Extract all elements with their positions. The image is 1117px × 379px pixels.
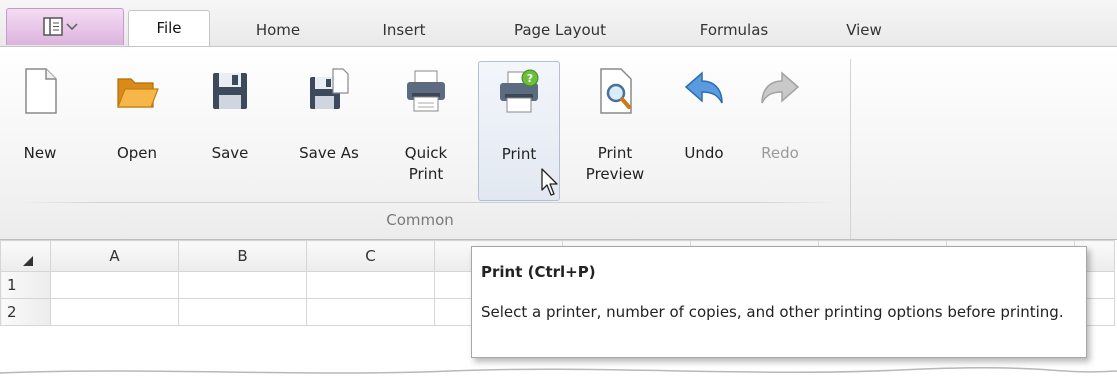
group-divider [18,202,838,203]
tab-insert[interactable]: Insert [364,14,444,46]
group-label-common: Common [386,211,454,229]
cell[interactable] [306,298,435,326]
quick-print-button[interactable]: Quick Print [394,61,458,201]
quick-print-icon [407,70,445,112]
undo-icon [684,71,723,104]
group-separator [850,59,851,239]
print-tooltip: Print (Ctrl+P) Select a printer, number … [471,246,1087,358]
mouse-cursor-icon [541,168,558,196]
application-menu-icon [43,17,78,36]
cell[interactable] [178,271,307,299]
row-header-1[interactable]: 1 [0,271,51,299]
redo-button-label: Redo [761,144,799,162]
print-preview-button[interactable]: Print Preview [574,61,656,201]
torn-edge [0,367,1117,379]
tab-formulas[interactable]: Formulas [684,14,784,46]
save-icon [213,73,247,109]
select-all-corner[interactable] [0,240,51,272]
open-folder-icon [117,78,159,108]
row-header-2[interactable]: 2 [0,298,51,326]
application-menu-button[interactable] [6,8,124,45]
cell[interactable] [50,271,179,299]
tab-file[interactable]: File [128,10,210,47]
svg-text:?: ? [527,72,533,85]
redo-button[interactable]: Redo [752,61,808,201]
quick-print-button-label: Quick Print [404,144,448,183]
cell[interactable] [306,271,435,299]
open-button[interactable]: Open [102,61,172,201]
print-icon: ? [500,69,539,113]
select-all-icon [23,256,33,266]
save-as-button-label: Save As [299,144,359,162]
tooltip-title: Print (Ctrl+P) [481,263,596,281]
redo-icon [761,71,800,104]
column-header-a[interactable]: A [50,240,179,272]
column-header-b[interactable]: B [178,240,307,272]
tab-page-layout[interactable]: Page Layout [494,14,626,46]
undo-button[interactable]: Undo [676,61,732,201]
open-button-label: Open [116,144,158,162]
cell[interactable] [178,298,307,326]
print-preview-icon [600,68,632,114]
undo-button-label: Undo [684,144,724,162]
new-document-icon [25,68,57,114]
cell[interactable] [50,298,179,326]
print-preview-button-label: Print Preview [585,144,645,183]
save-button-label: Save [211,144,249,162]
tab-view[interactable]: View [834,14,894,46]
save-button[interactable]: Save [202,61,258,201]
tooltip-description: Select a printer, number of copies, and … [481,303,1064,321]
new-button-label: New [23,144,57,162]
ribbon-panel: New Open Save Save As Quick Print ? Prin… [0,46,1117,240]
ribbon-tab-strip: File Home Insert Page Layout Formulas Vi… [0,0,1117,47]
save-as-icon [310,68,349,109]
print-button-label: Print [501,145,537,163]
save-as-button[interactable]: Save As [286,61,372,201]
column-header-c[interactable]: C [306,240,435,272]
tab-home[interactable]: Home [236,14,320,46]
new-button[interactable]: New [14,61,66,201]
